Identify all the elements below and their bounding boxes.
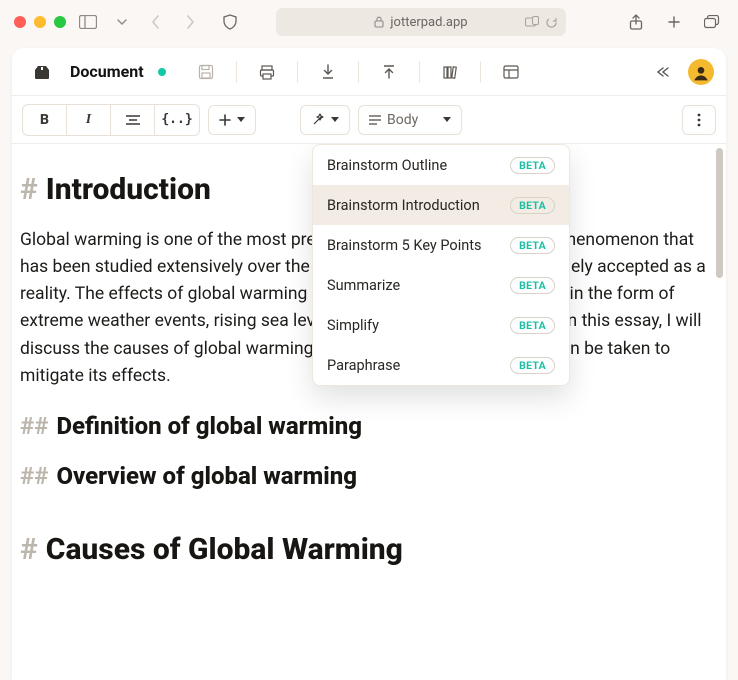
save-icon[interactable] bbox=[188, 54, 224, 90]
heading-mark: ## bbox=[20, 412, 48, 440]
heading-2: Definition of global warming bbox=[56, 412, 362, 440]
scrollbar-thumb[interactable] bbox=[716, 148, 723, 278]
italic-button[interactable]: I bbox=[67, 105, 111, 135]
insert-button[interactable] bbox=[208, 105, 256, 135]
chevron-down-icon[interactable] bbox=[110, 10, 134, 34]
beta-badge: BETA bbox=[510, 277, 555, 294]
upload-icon[interactable] bbox=[371, 54, 407, 90]
doc-title: Document bbox=[70, 62, 144, 81]
beta-badge: BETA bbox=[510, 157, 555, 174]
beta-badge: BETA bbox=[510, 357, 555, 374]
heading-mark: # bbox=[20, 172, 38, 207]
sidebar-toggle-icon[interactable] bbox=[76, 10, 100, 34]
dropdown-item-label: Brainstorm Outline bbox=[327, 157, 447, 174]
caret-icon bbox=[443, 117, 451, 122]
lock-icon bbox=[374, 16, 384, 28]
caret-icon bbox=[237, 117, 245, 122]
beta-badge: BETA bbox=[510, 317, 555, 334]
window-minimize[interactable] bbox=[34, 16, 46, 28]
caret-icon bbox=[331, 117, 339, 122]
library-icon[interactable] bbox=[432, 54, 468, 90]
address-bar[interactable]: jotterpad.app bbox=[276, 8, 566, 36]
collapse-icon[interactable] bbox=[644, 54, 680, 90]
heading-1: Causes of Global Warming bbox=[46, 532, 403, 567]
ai-dropdown-item[interactable]: Brainstorm Introduction BETA bbox=[313, 185, 569, 225]
layout-icon[interactable] bbox=[493, 54, 529, 90]
heading-mark: ## bbox=[20, 462, 48, 490]
paragraph-style-select[interactable]: Body bbox=[358, 105, 462, 135]
document-area[interactable]: # Introduction Global warming is one of … bbox=[12, 144, 726, 680]
dropdown-item-label: Brainstorm Introduction bbox=[327, 197, 480, 214]
ai-magic-button[interactable] bbox=[300, 105, 350, 135]
reload-icon[interactable] bbox=[545, 16, 558, 29]
browser-chrome: jotterpad.app bbox=[0, 0, 738, 44]
share-icon[interactable] bbox=[624, 10, 648, 34]
beta-badge: BETA bbox=[510, 197, 555, 214]
reader-icon[interactable] bbox=[525, 16, 539, 28]
heading-1: Introduction bbox=[46, 172, 211, 207]
download-icon[interactable] bbox=[310, 54, 346, 90]
more-button[interactable] bbox=[682, 105, 716, 135]
dropdown-item-label: Brainstorm 5 Key Points bbox=[327, 237, 481, 254]
ai-dropdown: Brainstorm OutlineBETABrainstorm Introdu… bbox=[312, 144, 570, 386]
unsaved-indicator bbox=[158, 68, 166, 76]
addr-actions bbox=[525, 16, 558, 29]
window-close[interactable] bbox=[14, 16, 26, 28]
text-format-group: B I {..} bbox=[22, 104, 200, 136]
align-button[interactable] bbox=[111, 105, 155, 135]
window-zoom[interactable] bbox=[54, 16, 66, 28]
shield-icon[interactable] bbox=[218, 10, 242, 34]
new-tab-icon[interactable] bbox=[662, 10, 686, 34]
dropdown-item-label: Paraphrase bbox=[327, 357, 400, 374]
ai-dropdown-item[interactable]: Brainstorm 5 Key Points BETA bbox=[313, 225, 569, 265]
app-window: Document bbox=[12, 48, 726, 680]
dropdown-item-label: Simplify bbox=[327, 317, 379, 334]
heading-mark: # bbox=[20, 532, 38, 567]
tabs-icon[interactable] bbox=[700, 10, 724, 34]
ai-dropdown-item[interactable]: Summarize BETA bbox=[313, 265, 569, 305]
beta-badge: BETA bbox=[510, 237, 555, 254]
dropdown-item-label: Summarize bbox=[327, 277, 400, 294]
heading-2: Overview of global warming bbox=[56, 462, 357, 490]
ai-dropdown-item[interactable]: Brainstorm Outline BETA bbox=[313, 145, 569, 185]
ai-dropdown-item[interactable]: Paraphrase BETA bbox=[313, 345, 569, 385]
code-button[interactable]: {..} bbox=[155, 105, 199, 135]
app-titlebar: Document bbox=[12, 48, 726, 96]
avatar[interactable] bbox=[688, 59, 714, 85]
address-url: jotterpad.app bbox=[390, 15, 467, 30]
print-icon[interactable] bbox=[249, 54, 285, 90]
nav-back-icon[interactable] bbox=[144, 10, 168, 34]
format-bar: B I {..} Body bbox=[12, 96, 726, 144]
traffic-lights bbox=[14, 16, 66, 28]
home-icon[interactable] bbox=[24, 54, 60, 90]
bold-button[interactable]: B bbox=[23, 105, 67, 135]
nav-forward-icon[interactable] bbox=[178, 10, 202, 34]
ai-dropdown-item[interactable]: Simplify BETA bbox=[313, 305, 569, 345]
paragraph-style-label: Body bbox=[387, 112, 418, 128]
